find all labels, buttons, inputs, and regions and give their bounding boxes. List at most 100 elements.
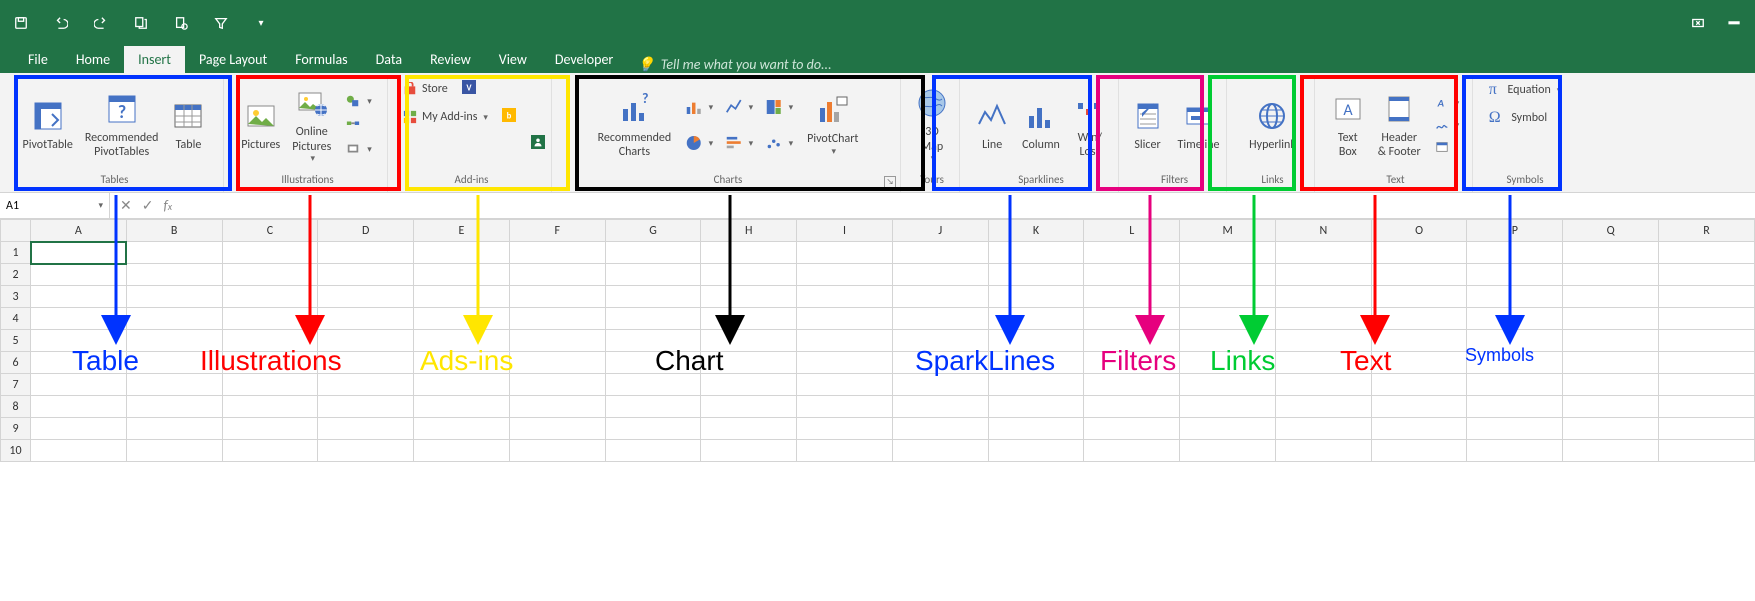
cell[interactable] <box>988 242 1084 264</box>
bar-chart-button[interactable]: ▾ <box>721 127 757 159</box>
cell[interactable] <box>509 418 605 440</box>
cell[interactable] <box>988 308 1084 330</box>
tab-data[interactable]: Data <box>362 46 416 73</box>
cell[interactable] <box>1467 440 1563 462</box>
cell[interactable] <box>1180 440 1276 462</box>
cell[interactable] <box>31 440 127 462</box>
cell[interactable] <box>1371 330 1467 352</box>
cell[interactable] <box>1275 440 1371 462</box>
cell[interactable] <box>509 308 605 330</box>
cell[interactable] <box>1084 286 1180 308</box>
cancel-formula-icon[interactable]: ✕ <box>120 197 132 214</box>
cell[interactable] <box>318 374 414 396</box>
cell[interactable] <box>318 242 414 264</box>
smartart-button[interactable] <box>341 115 376 135</box>
cell[interactable] <box>892 396 988 418</box>
slicer-button[interactable]: Slicer <box>1128 96 1168 154</box>
object-button[interactable] <box>1431 138 1464 156</box>
cell[interactable] <box>318 330 414 352</box>
column-header[interactable]: M <box>1180 220 1276 242</box>
row-header[interactable]: 10 <box>1 440 31 462</box>
cell[interactable] <box>1659 374 1755 396</box>
cell[interactable] <box>1467 374 1563 396</box>
accept-formula-icon[interactable]: ✓ <box>142 197 154 214</box>
cell[interactable] <box>605 330 701 352</box>
timeline-button[interactable]: Timeline <box>1176 96 1222 154</box>
recommended-charts-button[interactable]: ? Recommended Charts <box>596 89 674 162</box>
cell[interactable] <box>892 242 988 264</box>
cell[interactable] <box>31 374 127 396</box>
cell[interactable] <box>222 440 318 462</box>
visio-addin-icon[interactable]: V <box>462 80 476 99</box>
cell[interactable] <box>222 396 318 418</box>
cell[interactable] <box>318 352 414 374</box>
scatter-chart-button[interactable]: ▾ <box>761 127 797 159</box>
cell[interactable] <box>31 264 127 286</box>
cell[interactable] <box>1275 352 1371 374</box>
cell[interactable] <box>1084 308 1180 330</box>
cell[interactable] <box>509 264 605 286</box>
cell[interactable] <box>1371 242 1467 264</box>
column-chart-button[interactable]: ▾ <box>681 91 717 123</box>
cell[interactable] <box>1371 264 1467 286</box>
tell-me-search[interactable]: 💡 Tell me what you want to do... <box>637 56 831 73</box>
signature-button[interactable]: ▾ <box>1431 116 1464 134</box>
cell[interactable] <box>892 308 988 330</box>
cell[interactable] <box>1084 418 1180 440</box>
cell[interactable] <box>1371 308 1467 330</box>
cell[interactable] <box>797 242 893 264</box>
cell[interactable] <box>31 396 127 418</box>
cell[interactable] <box>1180 396 1276 418</box>
symbol-button[interactable]: Ω Symbol <box>1485 107 1551 129</box>
cell[interactable] <box>1275 264 1371 286</box>
column-header[interactable]: J <box>892 220 988 242</box>
cell[interactable] <box>1084 330 1180 352</box>
cell[interactable] <box>1371 286 1467 308</box>
column-header[interactable]: H <box>701 220 797 242</box>
cell[interactable] <box>701 242 797 264</box>
cell[interactable] <box>701 330 797 352</box>
column-header[interactable]: C <box>222 220 318 242</box>
column-header[interactable]: B <box>126 220 222 242</box>
cell[interactable] <box>1084 374 1180 396</box>
cell[interactable] <box>605 440 701 462</box>
row-header[interactable]: 9 <box>1 418 31 440</box>
cell[interactable] <box>701 440 797 462</box>
cell[interactable] <box>1180 352 1276 374</box>
cell[interactable] <box>605 286 701 308</box>
table-button[interactable]: Table <box>168 96 208 154</box>
cell[interactable] <box>509 440 605 462</box>
cell[interactable] <box>1275 396 1371 418</box>
cell[interactable] <box>222 352 318 374</box>
cell[interactable] <box>1467 396 1563 418</box>
row-header[interactable]: 7 <box>1 374 31 396</box>
cell[interactable] <box>1659 242 1755 264</box>
cell[interactable] <box>1563 396 1659 418</box>
cell[interactable] <box>1371 418 1467 440</box>
cell[interactable] <box>701 352 797 374</box>
cell[interactable] <box>1467 352 1563 374</box>
cell[interactable] <box>1563 418 1659 440</box>
cell[interactable] <box>797 396 893 418</box>
cell[interactable] <box>797 264 893 286</box>
cell[interactable] <box>1371 352 1467 374</box>
cell[interactable] <box>701 396 797 418</box>
cell[interactable] <box>509 286 605 308</box>
column-header[interactable]: P <box>1467 220 1563 242</box>
formula-input[interactable] <box>182 193 1755 218</box>
cell[interactable] <box>701 264 797 286</box>
cell[interactable] <box>605 242 701 264</box>
row-header[interactable]: 1 <box>1 242 31 264</box>
tab-insert[interactable]: Insert <box>124 46 185 73</box>
cell[interactable] <box>605 352 701 374</box>
cell[interactable] <box>509 374 605 396</box>
cell[interactable] <box>1180 242 1276 264</box>
cell[interactable] <box>222 308 318 330</box>
cell[interactable] <box>509 242 605 264</box>
cell[interactable] <box>892 286 988 308</box>
recommended-pivottables-button[interactable]: ? Recommended PivotTables <box>83 89 161 162</box>
column-header[interactable]: G <box>605 220 701 242</box>
textbox-button[interactable]: AText Box <box>1328 89 1368 162</box>
cell[interactable] <box>1180 264 1276 286</box>
cell[interactable] <box>1084 440 1180 462</box>
